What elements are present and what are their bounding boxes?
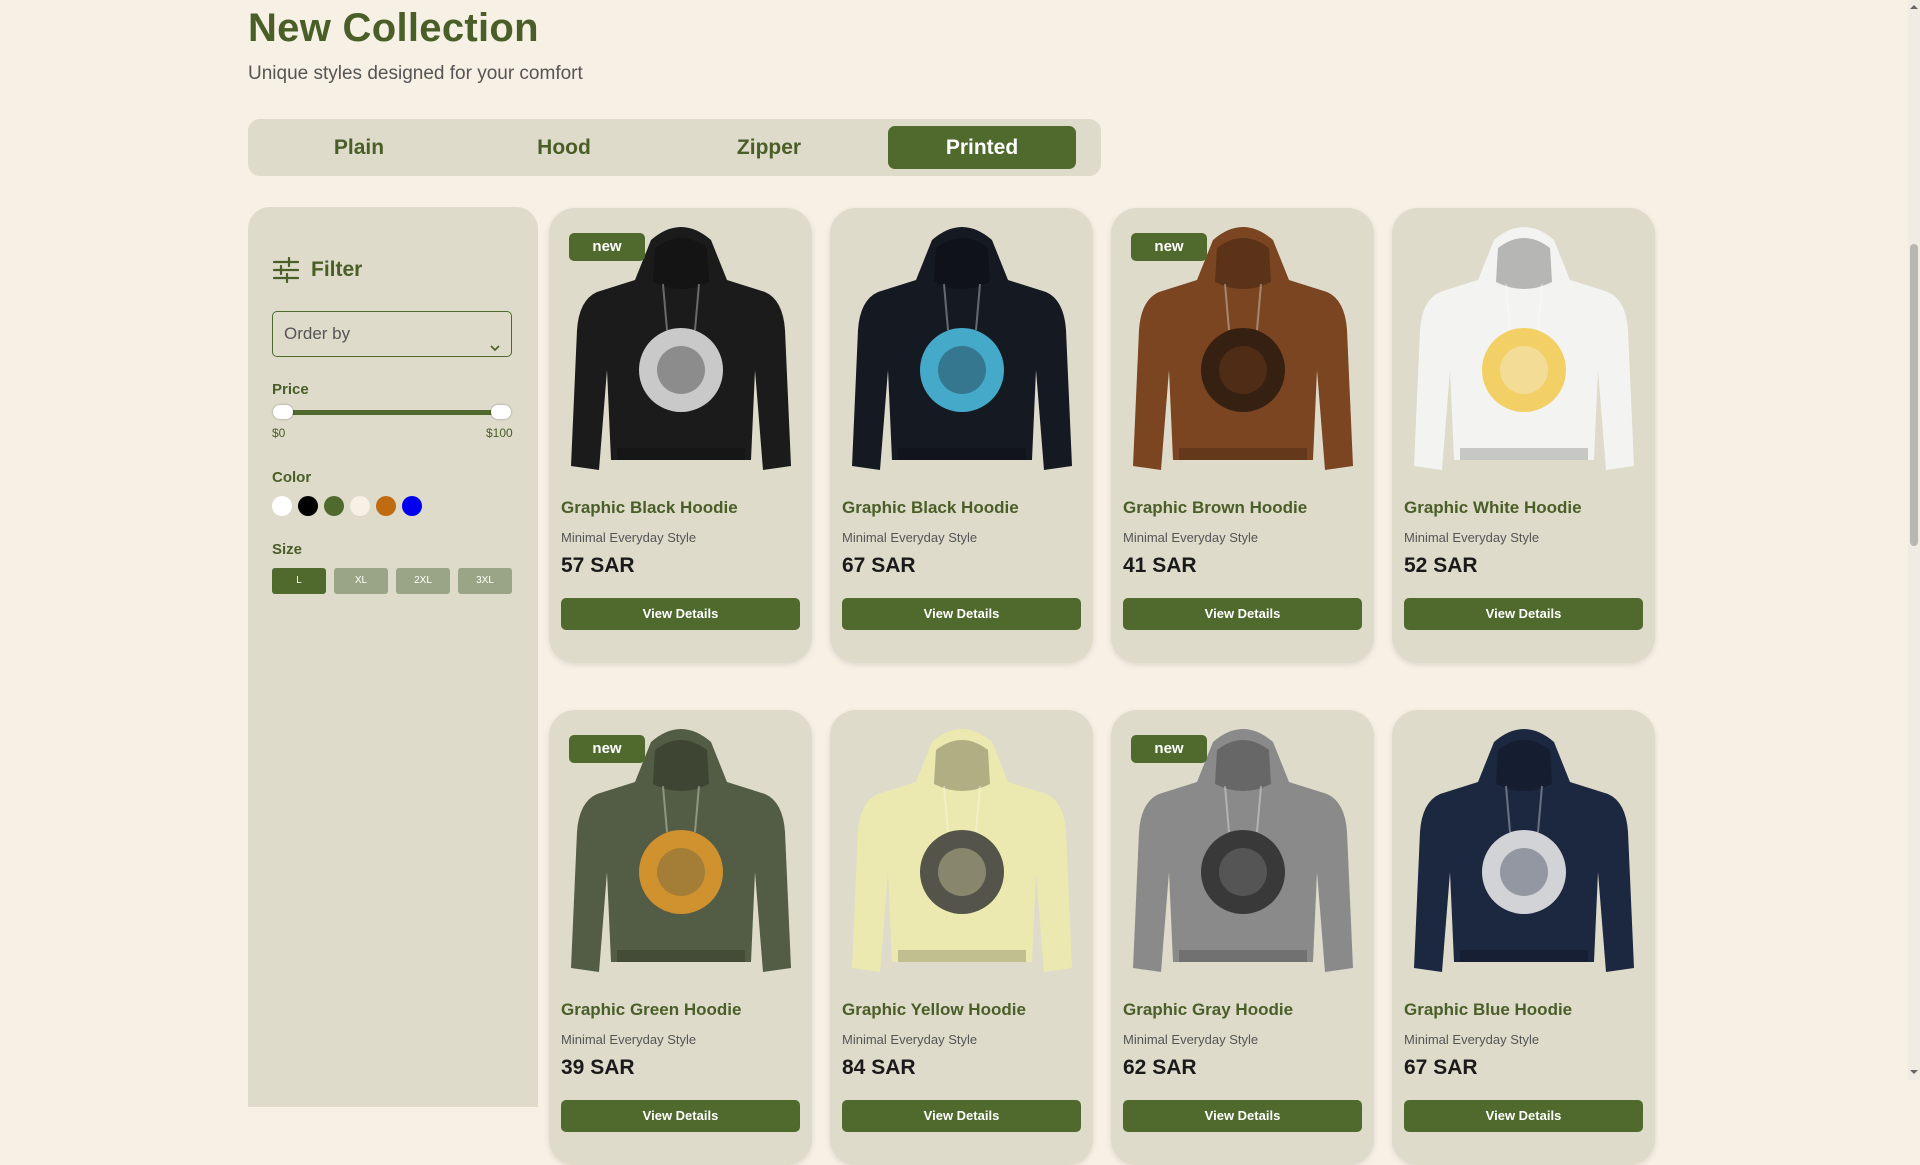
- tab-hood[interactable]: Hood: [470, 126, 658, 169]
- product-price: 57 SAR: [561, 554, 635, 577]
- page: New Collection Unique styles designed fo…: [0, 0, 1920, 1165]
- color-swatch[interactable]: [298, 496, 318, 516]
- scroll-down-icon[interactable]: [1910, 1068, 1918, 1076]
- tab-printed[interactable]: Printed: [888, 126, 1076, 169]
- color-swatch[interactable]: [376, 496, 396, 516]
- order-by-label: Order by: [284, 324, 351, 343]
- view-details-button[interactable]: View Details: [1123, 598, 1362, 630]
- price-min-handle[interactable]: [273, 405, 293, 419]
- product-name: Graphic Yellow Hoodie: [842, 1000, 1026, 1019]
- product-subtitle: Minimal Everyday Style: [1123, 1032, 1259, 1047]
- size-button-3xl[interactable]: 3XL: [458, 568, 512, 594]
- product-price: 41 SAR: [1123, 554, 1197, 577]
- size-button-l[interactable]: L: [272, 568, 326, 594]
- product-subtitle: Minimal Everyday Style: [842, 1032, 978, 1047]
- product-card[interactable]: new Graphic Brown Hoodie Minimal Everyday …: [1111, 208, 1374, 663]
- product-price: 52 SAR: [1404, 554, 1478, 577]
- product-name: Graphic Brown Hoodie: [1123, 498, 1308, 517]
- blue-hoodie-image: [1414, 729, 1634, 972]
- color-label: Color: [272, 469, 312, 486]
- view-details-button[interactable]: View Details: [561, 598, 800, 630]
- product-name: Graphic Gray Hoodie: [1123, 1000, 1294, 1019]
- new-badge: new: [1131, 735, 1207, 763]
- color-swatches: [272, 496, 422, 516]
- category-tabs: Plain Hood Zipper Printed: [248, 119, 1101, 176]
- white-hoodie-image: [1414, 227, 1634, 470]
- product-price: 67 SAR: [842, 554, 916, 577]
- product-subtitle: Minimal Everyday Style: [561, 1032, 697, 1047]
- price-max-handle[interactable]: [491, 405, 511, 419]
- product-subtitle: Minimal Everyday Style: [1404, 530, 1540, 545]
- product-price: 84 SAR: [842, 1056, 916, 1079]
- view-details-button[interactable]: View Details: [1123, 1100, 1362, 1132]
- view-details-button[interactable]: View Details: [561, 1100, 800, 1132]
- view-details-button[interactable]: View Details: [842, 598, 1081, 630]
- size-button-xl[interactable]: XL: [334, 568, 388, 594]
- product-subtitle: Minimal Everyday Style: [561, 530, 697, 545]
- product-price: 62 SAR: [1123, 1056, 1197, 1079]
- price-slider-track[interactable]: [278, 410, 502, 415]
- vertical-scrollbar[interactable]: [1908, 0, 1920, 1080]
- new-badge: new: [569, 735, 645, 763]
- product-price: 39 SAR: [561, 1056, 635, 1079]
- tab-plain[interactable]: Plain: [265, 126, 453, 169]
- product-name: Graphic Black Hoodie: [842, 498, 1019, 517]
- product-card[interactable]: Graphic Blue Hoodie Minimal Everyday Styl…: [1392, 710, 1655, 1165]
- product-card[interactable]: Graphic Black Hoodie Minimal Everyday Sty…: [830, 208, 1093, 663]
- view-details-button[interactable]: View Details: [1404, 598, 1643, 630]
- product-card[interactable]: new Graphic Green Hoodie Minimal Everyday …: [549, 710, 812, 1165]
- chevron-down-icon: [489, 327, 501, 352]
- filter-sidebar: Filter Order by Price $0 $100 Color Size…: [248, 207, 538, 1107]
- product-card[interactable]: Graphic White Hoodie Minimal Everyday Sty…: [1392, 208, 1655, 663]
- price-min-value: $0: [272, 426, 286, 440]
- size-button-2xl[interactable]: 2XL: [396, 568, 450, 594]
- product-name: Graphic Black Hoodie: [561, 498, 738, 517]
- scroll-thumb[interactable]: [1910, 244, 1918, 546]
- price-max-value: $100: [486, 426, 513, 440]
- price-label: Price: [272, 381, 309, 398]
- scroll-up-icon[interactable]: [1910, 3, 1918, 11]
- size-label: Size: [272, 541, 303, 558]
- filter-title: Filter: [311, 258, 363, 281]
- tab-zipper[interactable]: Zipper: [675, 126, 863, 169]
- product-card[interactable]: Graphic Yellow Hoodie Minimal Everyday St…: [830, 710, 1093, 1165]
- new-badge: new: [569, 233, 645, 261]
- product-name: Graphic Green Hoodie: [561, 1000, 742, 1019]
- black-hoodie-image: [852, 227, 1072, 470]
- product-price: 67 SAR: [1404, 1056, 1478, 1079]
- product-card[interactable]: new Graphic Gray Hoodie Minimal Everyday S…: [1111, 710, 1374, 1165]
- page-subtitle: Unique styles designed for your comfort: [248, 63, 583, 84]
- filter-header: Filter: [272, 255, 362, 285]
- new-badge: new: [1131, 233, 1207, 261]
- product-name: Graphic Blue Hoodie: [1404, 1000, 1573, 1019]
- color-swatch[interactable]: [350, 496, 370, 516]
- color-swatch[interactable]: [272, 496, 292, 516]
- yellow-hoodie-image: [852, 729, 1072, 972]
- page-title: New Collection: [248, 6, 539, 50]
- product-subtitle: Minimal Everyday Style: [1404, 1032, 1540, 1047]
- color-swatch[interactable]: [402, 496, 422, 516]
- view-details-button[interactable]: View Details: [842, 1100, 1081, 1132]
- view-details-button[interactable]: View Details: [1404, 1100, 1643, 1132]
- sliders-icon: [272, 256, 300, 284]
- product-name: Graphic White Hoodie: [1404, 498, 1582, 517]
- product-subtitle: Minimal Everyday Style: [1123, 530, 1259, 545]
- color-swatch[interactable]: [324, 496, 344, 516]
- order-by-select[interactable]: Order by: [272, 311, 512, 357]
- size-options: L XL 2XL 3XL: [272, 568, 512, 594]
- product-card[interactable]: new Graphic Black Hoodie Minimal Everyday …: [549, 208, 812, 663]
- product-subtitle: Minimal Everyday Style: [842, 530, 978, 545]
